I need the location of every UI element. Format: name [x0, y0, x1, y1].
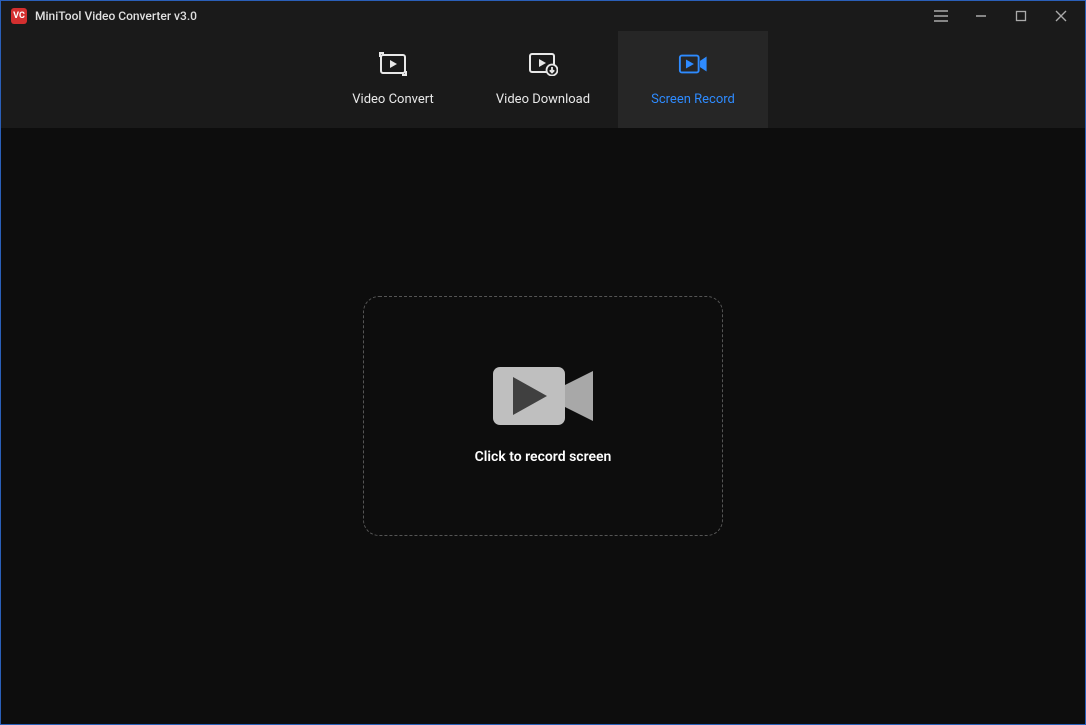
camera-icon: [493, 367, 593, 425]
tab-video-download[interactable]: Video Download: [468, 31, 618, 128]
tabbar: Video Convert Video Download Screen Reco…: [1, 31, 1085, 128]
app-title: MiniTool Video Converter v3.0: [35, 9, 197, 23]
tab-video-convert[interactable]: Video Convert: [318, 31, 468, 128]
tab-label: Screen Record: [651, 92, 735, 107]
maximize-button[interactable]: [1001, 2, 1041, 30]
window-controls: [921, 2, 1081, 30]
title-left: VC MiniTool Video Converter v3.0: [11, 8, 197, 24]
screen-record-icon: [678, 52, 708, 76]
tab-label: Video Download: [496, 92, 590, 107]
minimize-icon: [975, 10, 987, 22]
titlebar: VC MiniTool Video Converter v3.0: [1, 1, 1085, 31]
menu-button[interactable]: [921, 2, 961, 30]
content-area: Click to record screen: [1, 128, 1085, 724]
tab-screen-record[interactable]: Screen Record: [618, 31, 768, 128]
hamburger-icon: [934, 10, 948, 22]
minimize-button[interactable]: [961, 2, 1001, 30]
close-button[interactable]: [1041, 2, 1081, 30]
record-dropzone[interactable]: Click to record screen: [363, 296, 723, 536]
app-logo-icon: VC: [11, 8, 27, 24]
video-download-icon: [528, 52, 558, 76]
close-icon: [1055, 10, 1067, 22]
maximize-icon: [1015, 10, 1027, 22]
tab-label: Video Convert: [352, 92, 433, 107]
record-prompt-text: Click to record screen: [475, 449, 612, 465]
video-convert-icon: [378, 52, 408, 76]
